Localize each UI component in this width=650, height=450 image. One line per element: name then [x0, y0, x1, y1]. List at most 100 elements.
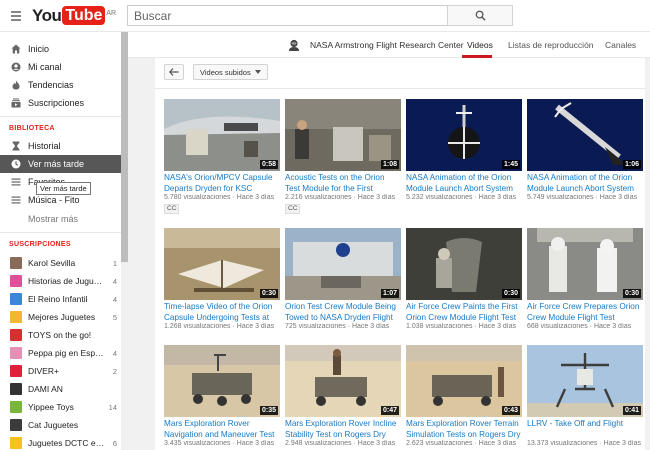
video-title-link[interactable]: Acoustic Tests on the Orion Test Module …	[285, 173, 401, 194]
youtube-logo[interactable]: You Tube AR	[32, 6, 116, 26]
search-input[interactable]	[127, 5, 447, 26]
subscription-item[interactable]: Karol Sevilla 1	[0, 254, 121, 272]
subscription-item[interactable]: Cat Juguetes	[0, 416, 121, 434]
video-card[interactable]: 1:08 Acoustic Tests on the Orion Test Mod…	[285, 99, 401, 215]
subscription-item[interactable]: Juguetes DCTC en Español 6	[0, 434, 121, 450]
subscription-item[interactable]: Historias de Juguetes 4	[0, 272, 121, 290]
video-card[interactable]: 0:30 Time-lapse Video of the Orion Capsul…	[164, 228, 280, 344]
video-duration: 1:06	[622, 160, 641, 169]
video-card[interactable]: 1:07 Orion Test Crew Module Being Towed t…	[285, 228, 401, 344]
video-thumbnail[interactable]: 0:47	[285, 345, 401, 417]
back-button[interactable]	[164, 64, 184, 80]
video-thumbnail[interactable]: 1:06	[527, 99, 643, 171]
video-duration: 1:07	[380, 289, 399, 298]
search-button[interactable]	[447, 5, 513, 26]
subscription-name: TOYS on the go!	[28, 330, 92, 340]
channel-nav: NASA Armstrong Flight Research Center Vi…	[128, 32, 650, 58]
sidebar-item-mi-canal[interactable]: Mi canal	[0, 58, 121, 76]
video-card[interactable]: 1:45 NASA Animation of the Orion Module L…	[406, 99, 522, 215]
video-duration: 0:43	[501, 406, 520, 415]
upload-age: Hace 3 días	[357, 194, 396, 201]
upload-age: Hace 3 días	[593, 323, 632, 330]
subscription-name: DAMI AN	[28, 384, 63, 394]
subscription-name: Yippee Toys	[28, 402, 74, 412]
subscription-item[interactable]: Mejores Juguetes 5	[0, 308, 121, 326]
video-thumbnail[interactable]: 1:07	[285, 228, 401, 300]
video-meta: 5.749 visualizaciones · Hace 3 días	[527, 194, 643, 201]
upload-age: Hace 3 días	[478, 323, 517, 330]
sidebar-item-label: Ver más tarde	[28, 159, 85, 169]
upload-age: Hace 3 días	[351, 323, 390, 330]
sidebar-item-suscripciones[interactable]: Suscripciones	[0, 94, 121, 112]
hourglass-icon	[10, 140, 22, 152]
top-header: You Tube AR	[0, 0, 650, 32]
subscription-item[interactable]: El Reino Infantil 4	[0, 290, 121, 308]
channel-avatar	[10, 365, 22, 377]
video-card[interactable]: 0:47 Mars Exploration Rover Incline Stabi…	[285, 345, 401, 450]
subscription-name: Cat Juguetes	[28, 420, 79, 430]
video-title-link[interactable]: Orion Test Crew Module Being Towed to NA…	[285, 302, 401, 323]
video-thumbnail[interactable]: 0:30	[164, 228, 280, 300]
show-more-link[interactable]: Mostrar más	[0, 210, 121, 228]
video-title-link[interactable]: NASA's Orion/MPCV Capsule Departs Dryden…	[164, 173, 280, 194]
sidebar-item-historial[interactable]: Historial	[0, 137, 121, 155]
video-title-link[interactable]: LLRV - Take Off and Flight	[527, 419, 643, 430]
sidebar-item-tendencias[interactable]: Tendencias	[0, 76, 121, 94]
subscription-name: Karol Sevilla	[28, 258, 76, 268]
video-thumbnail[interactable]: 0:30	[527, 228, 643, 300]
video-card[interactable]: 0:35 Mars Exploration Rover Navigation an…	[164, 345, 280, 450]
video-card[interactable]: 0:58 NASA's Orion/MPCV Capsule Departs Dr…	[164, 99, 280, 215]
channel-avatar	[10, 419, 22, 431]
video-title-link[interactable]: NASA Animation of the Orion Module Launc…	[527, 173, 643, 194]
subscription-item[interactable]: TOYS on the go!	[0, 326, 121, 344]
sidebar-item-label: Suscripciones	[28, 98, 85, 108]
video-title-link[interactable]: Mars Exploration Rover Terrain Simulatio…	[406, 419, 522, 440]
subscription-item[interactable]: Yippee Toys 14	[0, 398, 121, 416]
subscription-item[interactable]: Peppa pig en Español 4	[0, 344, 121, 362]
channel-name[interactable]: NASA Armstrong Flight Research Center	[310, 40, 464, 50]
subscription-item[interactable]: DIVER+ 2	[0, 362, 121, 380]
sidebar-item-inicio[interactable]: Inicio	[0, 40, 121, 58]
subscription-name: Peppa pig en Español	[28, 348, 105, 358]
video-card[interactable]: 0:30 Air Force Crew Paints the First Orio…	[406, 228, 522, 344]
new-videos-count: 6	[112, 438, 117, 448]
hamburger-menu-icon[interactable]	[0, 0, 32, 32]
video-card[interactable]: 0:30 Air Force Crew Prepares Orion Crew M…	[527, 228, 643, 344]
video-card[interactable]: 1:06 NASA Animation of the Orion Module L…	[527, 99, 643, 215]
video-thumbnail[interactable]: 1:08	[285, 99, 401, 171]
logo-region-code: AR	[106, 9, 117, 17]
view-count: 13.373 visualizaciones	[527, 440, 598, 447]
subscription-item[interactable]: DAMI AN	[0, 380, 121, 398]
video-title-link[interactable]: Mars Exploration Rover Incline Stability…	[285, 419, 401, 440]
scrollbar-thumb[interactable]	[121, 32, 128, 262]
video-title-link[interactable]: Mars Exploration Rover Navigation and Ma…	[164, 419, 280, 440]
video-title-link[interactable]: NASA Animation of the Orion Module Launc…	[406, 173, 522, 194]
video-thumbnail[interactable]: 0:35	[164, 345, 280, 417]
video-title-link[interactable]: Air Force Crew Prepares Orion Crew Modul…	[527, 302, 643, 323]
list-icon	[10, 176, 22, 188]
video-thumbnail[interactable]: 0:58	[164, 99, 280, 171]
tab-canales[interactable]: Canales	[605, 40, 636, 50]
video-thumbnail[interactable]: 0:30	[406, 228, 522, 300]
sidebar-item-label: Mi canal	[28, 62, 62, 72]
tab-listas[interactable]: Listas de reproducción	[508, 40, 594, 50]
sidebar-item-ver-mas-tarde[interactable]: Ver más tarde	[0, 155, 121, 173]
new-videos-count: 2	[112, 366, 117, 376]
video-card[interactable]: 0:41 LLRV - Take Off and Flight 13.373 vis…	[527, 345, 643, 450]
video-card[interactable]: 0:43 Mars Exploration Rover Terrain Simul…	[406, 345, 522, 450]
video-thumbnail[interactable]: 0:41	[527, 345, 643, 417]
cc-badge: CC	[285, 204, 301, 214]
flame-icon	[10, 79, 22, 91]
view-count: 725 visualizaciones	[285, 323, 346, 330]
new-videos-count: 1	[112, 258, 117, 268]
video-title-link[interactable]: Air Force Crew Paints the First Orion Cr…	[406, 302, 522, 323]
video-grid-panel: Videos subidos 0:58 NASA's Orion/MPCV Cap…	[155, 58, 645, 450]
video-thumbnail[interactable]: 1:45	[406, 99, 522, 171]
video-thumbnail[interactable]: 0:43	[406, 345, 522, 417]
tab-videos[interactable]: Videos	[467, 40, 493, 50]
sidebar-scrollbar[interactable]	[121, 32, 128, 450]
video-title-link[interactable]: Time-lapse Video of the Orion Capsule Un…	[164, 302, 280, 323]
view-count: 2.623 visualizaciones	[406, 440, 473, 447]
uploads-dropdown[interactable]: Videos subidos	[193, 64, 268, 80]
new-videos-count: 4	[112, 294, 117, 304]
